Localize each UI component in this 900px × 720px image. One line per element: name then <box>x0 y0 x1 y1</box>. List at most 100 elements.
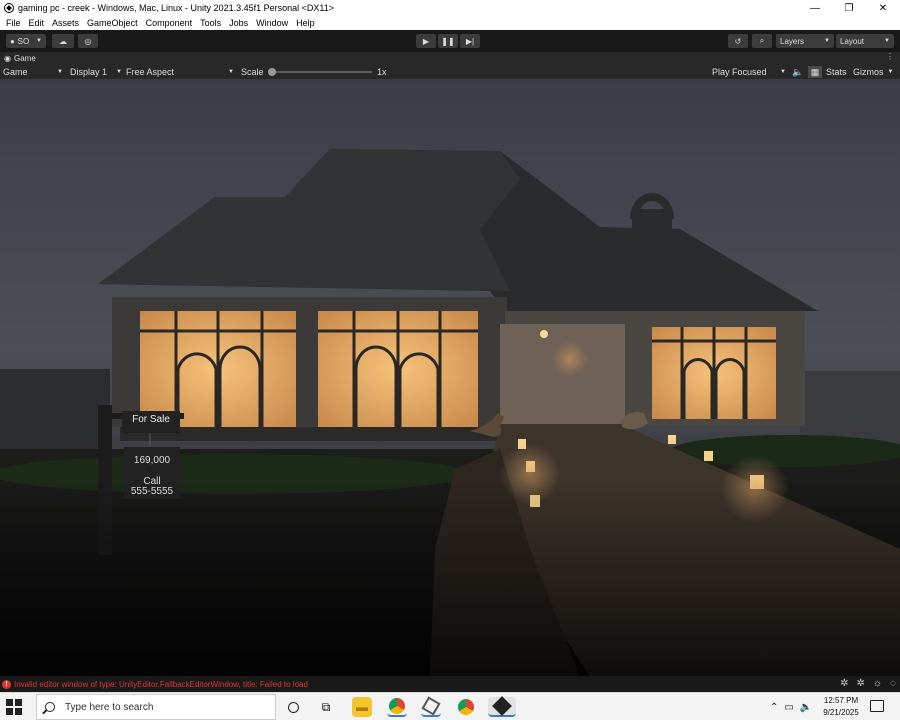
search-icon <box>45 702 55 712</box>
windows-start-button[interactable] <box>6 699 22 715</box>
display-label: Display 1 <box>70 67 108 77</box>
layers-label: Layers <box>780 36 805 46</box>
scale-slider-track[interactable] <box>270 71 372 73</box>
chevron-down-icon: ▼ <box>228 69 234 75</box>
close-button[interactable]: ✕ <box>866 0 900 16</box>
play-icon: ▶ <box>422 36 430 46</box>
play-button[interactable]: ▶ <box>416 34 436 48</box>
chevron-down-icon: ▼ <box>884 38 890 44</box>
bug-icon[interactable]: ☼ <box>873 678 882 689</box>
unity-icon <box>492 696 512 716</box>
menu-component[interactable]: Component <box>142 18 197 28</box>
taskbar-clock[interactable]: 12:57 PM 9/21/2025 <box>820 695 862 719</box>
step-button[interactable]: ▶| <box>460 34 480 48</box>
aspect-dropdown[interactable]: Free Aspect ▼ <box>126 66 234 78</box>
clock-date: 9/21/2025 <box>823 708 859 717</box>
console-status-bar[interactable]: ! Invalid editor window of type: UnityEd… <box>0 676 900 692</box>
chevron-down-icon: ▼ <box>824 38 830 44</box>
window-controls: — ❐ ✕ <box>798 0 900 16</box>
game-scene-render <box>0 79 900 676</box>
minimize-button[interactable]: — <box>798 0 832 16</box>
taskbar-search-box[interactable]: Type here to search <box>36 694 276 720</box>
progress-icon[interactable]: ◌ <box>890 678 896 689</box>
collab-button[interactable]: ◎ <box>78 34 98 48</box>
stats-toggle-button[interactable]: ▦ <box>808 66 822 78</box>
chevron-down-icon: ▼ <box>116 69 122 75</box>
game-tab-icon: ◉ <box>4 54 11 63</box>
error-icon: ! <box>2 679 11 689</box>
status-error-message[interactable]: Invalid editor window of type: UnityEdit… <box>14 680 308 689</box>
scale-slider-handle[interactable] <box>268 68 276 76</box>
chrome-button[interactable] <box>387 697 407 717</box>
menu-assets[interactable]: Assets <box>48 18 83 28</box>
notification-icon[interactable] <box>870 700 884 712</box>
game-control-bar: Game ▼ Display 1 ▼ Free Aspect ▼ Scale 1… <box>0 65 900 79</box>
account-dropdown[interactable]: ● SO ▼ <box>6 34 46 48</box>
unity-logo-icon <box>4 3 14 13</box>
debug-icon[interactable]: ✲ <box>840 678 848 689</box>
collab-icon: ◎ <box>84 36 92 46</box>
chevron-down-icon: ▼ <box>780 69 786 75</box>
file-explorer-button[interactable]: ▬ <box>352 697 372 717</box>
cloud-button[interactable]: ☁ <box>52 34 74 48</box>
menu-bar: File Edit Assets GameObject Component To… <box>0 16 900 30</box>
search-placeholder: Type here to search <box>65 701 154 713</box>
search-button[interactable]: ⌕ <box>752 34 772 48</box>
chevron-down-icon: ▼ <box>36 38 42 44</box>
aspect-label: Free Aspect <box>126 67 175 77</box>
play-focused-label: Play Focused <box>712 67 767 77</box>
speaker-icon[interactable]: 🔈 <box>800 702 812 713</box>
history-button[interactable]: ↺ <box>728 34 748 48</box>
window-titlebar: gaming pc - creek - Windows, Mac, Linux … <box>0 0 900 16</box>
sign-price: 169,000 <box>133 455 171 466</box>
chrome-icon <box>389 698 405 714</box>
account-icon: ● <box>10 36 15 46</box>
menu-tools[interactable]: Tools <box>196 18 225 28</box>
stats-icon: ▦ <box>810 66 820 77</box>
cortana-button[interactable] <box>283 697 303 717</box>
mode-dropdown[interactable]: Game ▼ <box>3 66 63 78</box>
play-focused-dropdown[interactable]: Play Focused ▼ <box>712 66 786 78</box>
tab-menu-icon[interactable]: ⋮ <box>886 52 894 61</box>
network-icon[interactable]: ▭ <box>784 702 793 713</box>
unity-editor-button[interactable] <box>488 696 516 717</box>
step-icon: ▶| <box>465 36 475 46</box>
game-viewport[interactable]: For Sale 169,000 Call 555-5555 <box>0 79 900 676</box>
menu-window[interactable]: Window <box>252 18 292 28</box>
menu-gameobject[interactable]: GameObject <box>83 18 142 28</box>
gizmos-dropdown[interactable]: Gizmos ▼ <box>853 66 893 78</box>
pause-button[interactable]: ❚❚ <box>438 34 458 48</box>
search-icon: ⌕ <box>759 36 765 45</box>
cloud-icon: ☁ <box>59 36 67 46</box>
scale-label: Scale <box>241 67 264 77</box>
chevron-up-icon[interactable]: ⌃ <box>770 702 778 713</box>
game-tab-header: ◉ Game ⋮ <box>0 52 900 65</box>
display-dropdown[interactable]: Display 1 ▼ <box>70 66 122 78</box>
folder-icon: ▬ <box>356 700 368 714</box>
cortana-icon <box>287 701 299 713</box>
layout-dropdown[interactable]: Layout ▼ <box>836 34 894 48</box>
stats-button[interactable]: Stats <box>826 66 847 78</box>
menu-edit[interactable]: Edit <box>25 18 49 28</box>
layout-label: Layout <box>840 36 865 46</box>
menu-jobs[interactable]: Jobs <box>225 18 252 28</box>
task-view-button[interactable]: ⧉ <box>316 697 336 717</box>
layers-dropdown[interactable]: Layers ▼ <box>776 34 834 48</box>
windows-taskbar: Type here to search ⧉ ▬ ⌃ ▭ 🔈 12:57 PM 9… <box>0 692 900 720</box>
menu-file[interactable]: File <box>2 18 25 28</box>
chevron-down-icon: ▼ <box>887 69 894 75</box>
sign-phone: 555-5555 <box>130 486 174 497</box>
chevron-down-icon: ▼ <box>57 69 63 75</box>
unity-hub-button[interactable] <box>421 696 441 717</box>
menu-help[interactable]: Help <box>292 18 319 28</box>
mute-audio-button[interactable]: 🔈 <box>792 66 803 78</box>
settings-icon[interactable]: ✲ <box>856 678 864 689</box>
pause-icon: ❚❚ <box>441 36 455 46</box>
account-label: SO <box>17 36 30 46</box>
restore-button[interactable]: ❐ <box>832 0 866 16</box>
tab-game[interactable]: Game <box>14 54 36 63</box>
task-view-icon: ⧉ <box>321 699 331 714</box>
status-icons: ✲ ✲ ☼ ◌ <box>840 678 896 689</box>
unity-hub-icon <box>421 696 441 716</box>
chrome-button-2[interactable] <box>456 697 476 717</box>
